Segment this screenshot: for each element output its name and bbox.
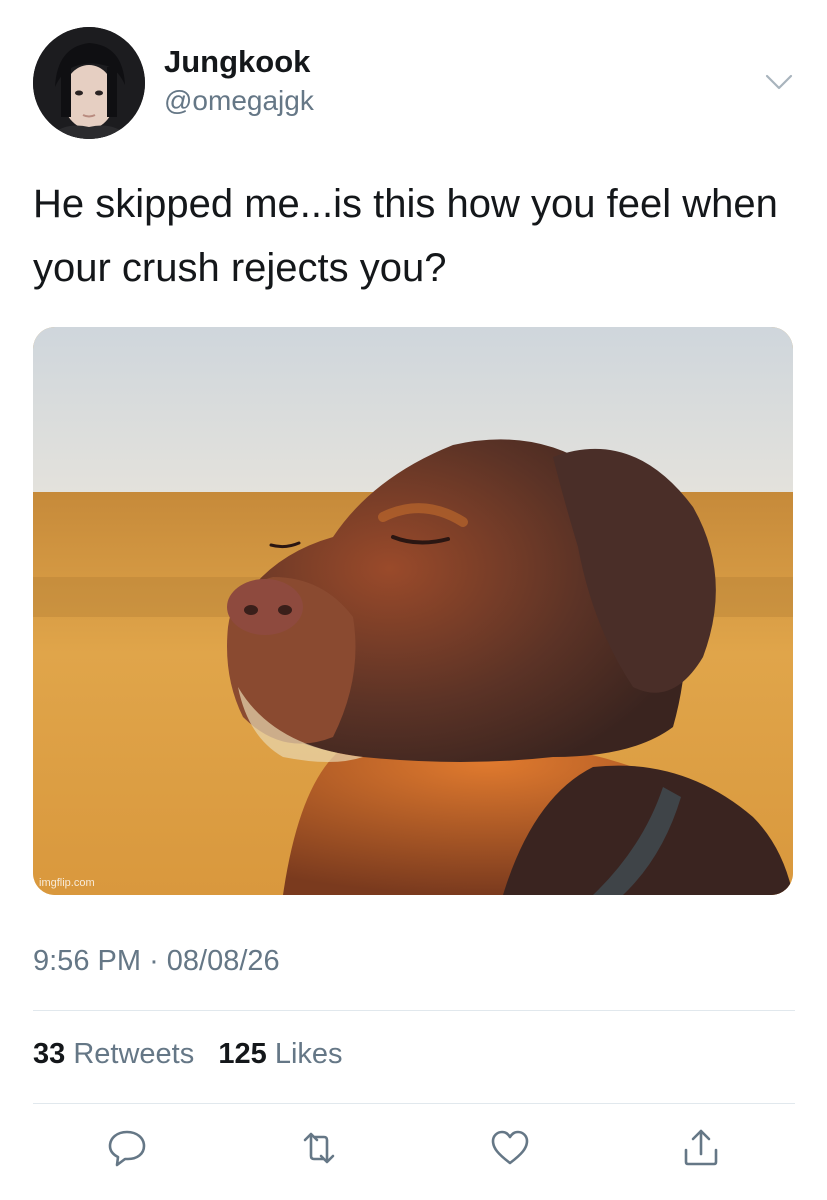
divider (33, 1010, 795, 1011)
likes-count: 125 (218, 1038, 267, 1070)
likes-label: Likes (274, 1038, 343, 1070)
share-icon[interactable] (679, 1126, 723, 1170)
reply-icon[interactable] (105, 1126, 149, 1170)
retweets-count: 33 (33, 1038, 66, 1070)
avatar-photo (33, 27, 145, 139)
tweet-timestamp[interactable]: 9:56 PM · 08/08/26 (33, 945, 280, 978)
user-handle[interactable]: @omegajgk (164, 85, 314, 117)
tweet-date: 08/08/26 (166, 945, 280, 977)
retweets-stat[interactable]: 33 Retweets (33, 1038, 194, 1070)
media-watermark: imgflip.com (39, 877, 95, 889)
chevron-down-icon[interactable] (763, 70, 795, 94)
tweet-text: He skipped me...is this how you feel whe… (33, 182, 778, 290)
tweet-time: 9:56 PM (33, 945, 141, 977)
tweet-media[interactable]: imgflip.com (33, 327, 793, 895)
dog-photo (33, 327, 793, 895)
retweets-label: Retweets (73, 1038, 195, 1070)
timestamp-separator: · (149, 945, 159, 977)
display-name[interactable]: Jungkook (164, 44, 310, 80)
divider (33, 1103, 795, 1104)
tweet-stats: 33 Retweets 125 Likes (33, 1038, 343, 1071)
likes-stat[interactable]: 125 Likes (218, 1038, 342, 1070)
like-icon[interactable] (488, 1126, 532, 1170)
retweet-icon[interactable] (297, 1126, 341, 1170)
avatar[interactable] (33, 27, 145, 139)
tweet-actions (33, 1118, 795, 1178)
